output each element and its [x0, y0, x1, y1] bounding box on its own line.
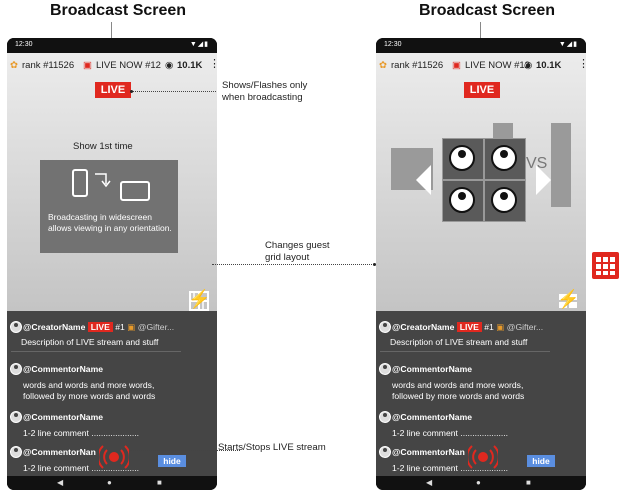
- comment-text: 1-2 line comment ....................: [23, 428, 140, 438]
- viewer-count: 10.1K: [177, 60, 203, 71]
- signal-icons: ▼◢▮: [558, 41, 578, 48]
- broadcast-icon[interactable]: [466, 442, 500, 472]
- creator-name[interactable]: @CreatorName: [23, 322, 85, 332]
- nav-bar: ◀ ● ■: [7, 476, 217, 490]
- tv-icon: ▣: [452, 60, 461, 71]
- broadcast-icon[interactable]: [97, 442, 131, 472]
- comment-text: 1-2 line comment ....................: [392, 428, 509, 438]
- gift-icon: ▣: [127, 322, 136, 332]
- flash-off-icon[interactable]: ⚡: [557, 288, 579, 310]
- divider: [11, 351, 181, 352]
- avatar: [379, 321, 391, 333]
- commentor-name[interactable]: @CommentorName: [392, 412, 472, 422]
- heading-connector-right: [480, 22, 481, 38]
- eye-icon: ◉: [524, 60, 533, 71]
- heading-connector-left: [111, 22, 112, 38]
- creator-live-badge: LIVE: [87, 322, 113, 332]
- phone-right: 12:30 ▼◢▮ ✿ rank #11526 ▣ LIVE NOW #12 ◉…: [376, 38, 586, 490]
- rank-label[interactable]: rank #11526: [391, 60, 443, 71]
- annotation-flash-1: Shows/Flashes only: [222, 80, 308, 91]
- guest-avatar-icons: [449, 145, 517, 213]
- heading-right: Broadcast Screen: [419, 2, 556, 19]
- rotate-devices-icon: [72, 169, 150, 201]
- avatar: [10, 411, 22, 423]
- comment-feed: @CreatorName LIVE #1 ▣ @Gifter... Descri…: [376, 311, 586, 476]
- tip-body: Broadcasting in widescreen allows viewin…: [48, 212, 172, 233]
- live-now-label[interactable]: LIVE NOW #12: [465, 60, 530, 71]
- annotation-grid-2: grid layout: [265, 252, 310, 263]
- more-icon[interactable]: ⋮: [209, 57, 217, 70]
- recents-icon[interactable]: ■: [526, 478, 531, 487]
- annotation-anchor: [373, 263, 376, 266]
- comment-feed: @CreatorName LIVE #1 ▣ @Gifter... Descri…: [7, 311, 217, 476]
- divider: [380, 351, 550, 352]
- creator-name[interactable]: @CreatorName: [392, 322, 454, 332]
- comment-text: followed by more words and words: [392, 391, 525, 401]
- back-icon[interactable]: ◀: [426, 478, 432, 487]
- avatar: [10, 321, 22, 333]
- home-icon[interactable]: ●: [107, 478, 112, 487]
- status-time: 12:30: [384, 41, 402, 48]
- commentor-name[interactable]: @CommentorName: [392, 364, 472, 374]
- comment-text: words and words and more words,: [392, 380, 524, 390]
- flash-off-icon[interactable]: ⚡: [188, 288, 210, 310]
- recents-icon[interactable]: ■: [157, 478, 162, 487]
- gifter-name[interactable]: @Gifter...: [507, 322, 543, 332]
- gift-rank: #1: [484, 322, 494, 332]
- live-now-label[interactable]: LIVE NOW #12: [96, 60, 161, 71]
- live-badge: LIVE: [95, 82, 131, 98]
- tv-icon: ▣: [83, 60, 92, 71]
- widescreen-tip: Broadcasting in widescreen allows viewin…: [40, 160, 178, 253]
- home-icon[interactable]: ●: [476, 478, 481, 487]
- more-icon[interactable]: ⋮: [578, 57, 586, 70]
- grid-icon[interactable]: [592, 252, 619, 279]
- tip-title: Show 1st time: [73, 141, 133, 152]
- avatar: [10, 446, 22, 458]
- eye-icon: ◉: [165, 60, 174, 71]
- gifter-name[interactable]: @Gifter...: [138, 322, 174, 332]
- avatar: [10, 363, 22, 375]
- avatar: [379, 446, 391, 458]
- stream-description: Description of LIVE stream and stuff: [390, 337, 528, 347]
- phone-left: 12:30 ▼◢▮ ✿ rank #11526 ▣ LIVE NOW #12 ◉…: [7, 38, 217, 490]
- annotation-line: [133, 91, 216, 92]
- creator-row: @CreatorName LIVE #1 ▣ @Gifter...: [23, 322, 174, 333]
- annotation-startstop: Starts/Stops LIVE stream: [218, 442, 326, 453]
- live-badge: LIVE: [464, 82, 500, 98]
- signal-icons: ▼◢▮: [189, 41, 209, 48]
- status-time: 12:30: [15, 41, 33, 48]
- rank-label[interactable]: rank #11526: [22, 60, 74, 71]
- creator-live-badge: LIVE: [456, 322, 482, 332]
- comment-text: followed by more words and words: [23, 391, 156, 401]
- gift-rank: #1: [115, 322, 125, 332]
- hide-button[interactable]: hide: [527, 455, 555, 467]
- stream-description: Description of LIVE stream and stuff: [21, 337, 159, 347]
- hide-button[interactable]: hide: [158, 455, 186, 467]
- creator-row: @CreatorName LIVE #1 ▣ @Gifter...: [392, 322, 543, 333]
- annotation-line: [212, 264, 374, 265]
- annotation-flash-2: when broadcasting: [222, 92, 303, 103]
- comment-text: words and words and more words,: [23, 380, 155, 390]
- commentor-name[interactable]: @CommentorNan: [23, 447, 96, 457]
- broadcast-preview: ✿ rank #11526 ▣ LIVE NOW #12 ◉ 10.1K ⋮ L…: [376, 53, 586, 311]
- back-icon[interactable]: ◀: [57, 478, 63, 487]
- gift-icon: ▣: [496, 322, 505, 332]
- commentor-name[interactable]: @CommentorName: [23, 364, 103, 374]
- status-bar: 12:30 ▼◢▮: [7, 38, 217, 53]
- rank-icon: ✿: [10, 60, 18, 71]
- avatar: [379, 363, 391, 375]
- top-bar: ✿ rank #11526 ▣ LIVE NOW #12 ◉ 10.1K ⋮: [7, 57, 217, 73]
- annotation-grid-1: Changes guest: [265, 240, 330, 251]
- avatar: [379, 411, 391, 423]
- commentor-name[interactable]: @CommentorNan: [392, 447, 465, 457]
- heading-left: Broadcast Screen: [50, 2, 187, 19]
- top-bar: ✿ rank #11526 ▣ LIVE NOW #12 ◉ 10.1K ⋮: [376, 57, 586, 73]
- nav-bar: ◀ ● ■: [376, 476, 586, 490]
- status-bar: 12:30 ▼◢▮: [376, 38, 586, 53]
- viewer-count: 10.1K: [536, 60, 562, 71]
- commentor-name[interactable]: @CommentorName: [23, 412, 103, 422]
- rank-icon: ✿: [379, 60, 387, 71]
